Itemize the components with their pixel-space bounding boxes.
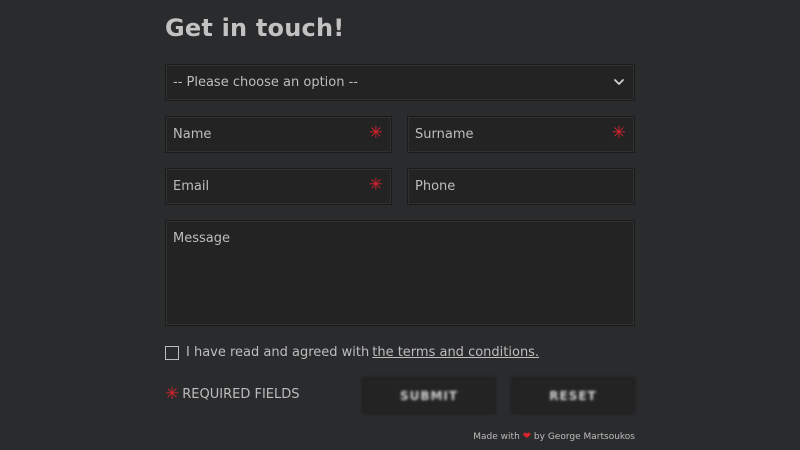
surname-placeholder: Surname — [415, 127, 474, 142]
email-placeholder: Email — [173, 179, 210, 194]
phone-field[interactable]: Phone — [407, 168, 635, 205]
surname-field[interactable]: Surname ✳ — [407, 116, 635, 153]
required-fields-label: REQUIRED FIELDS — [182, 387, 300, 402]
terms-link[interactable]: the terms and conditions. — [372, 345, 539, 360]
required-asterisk-icon: ✳ — [368, 175, 383, 195]
reset-button[interactable]: RESET — [511, 377, 635, 414]
name-placeholder: Name — [173, 127, 212, 142]
message-placeholder: Message — [173, 231, 230, 246]
footer-credit: Made with ❤ by George Martsoukos — [473, 431, 635, 442]
page-title: Get in touch! — [165, 14, 345, 42]
name-field[interactable]: Name ✳ — [165, 116, 392, 153]
heart-icon: ❤ — [522, 431, 532, 442]
topic-select[interactable]: -- Please choose an option -- — [165, 64, 635, 101]
required-asterisk-icon: ✳ — [165, 384, 180, 404]
footer-made-with: Made with — [473, 432, 520, 442]
required-fields-note: ✳ REQUIRED FIELDS — [165, 384, 300, 404]
terms-text: I have read and agreed with — [186, 345, 370, 360]
contact-page: Get in touch! -- Please choose an option… — [0, 0, 800, 450]
email-field[interactable]: Email ✳ — [165, 168, 392, 205]
message-textarea[interactable]: Message — [165, 220, 635, 326]
required-asterisk-icon: ✳ — [611, 123, 626, 143]
phone-placeholder: Phone — [415, 179, 456, 194]
chevron-down-icon — [614, 79, 624, 85]
terms-row: I have read and agreed with the terms an… — [165, 345, 539, 360]
select-value: -- Please choose an option -- — [173, 75, 358, 90]
required-asterisk-icon: ✳ — [368, 123, 383, 143]
footer-author: by George Martsoukos — [533, 432, 635, 442]
submit-button[interactable]: SUBMIT — [362, 377, 496, 414]
terms-checkbox[interactable] — [165, 345, 179, 360]
